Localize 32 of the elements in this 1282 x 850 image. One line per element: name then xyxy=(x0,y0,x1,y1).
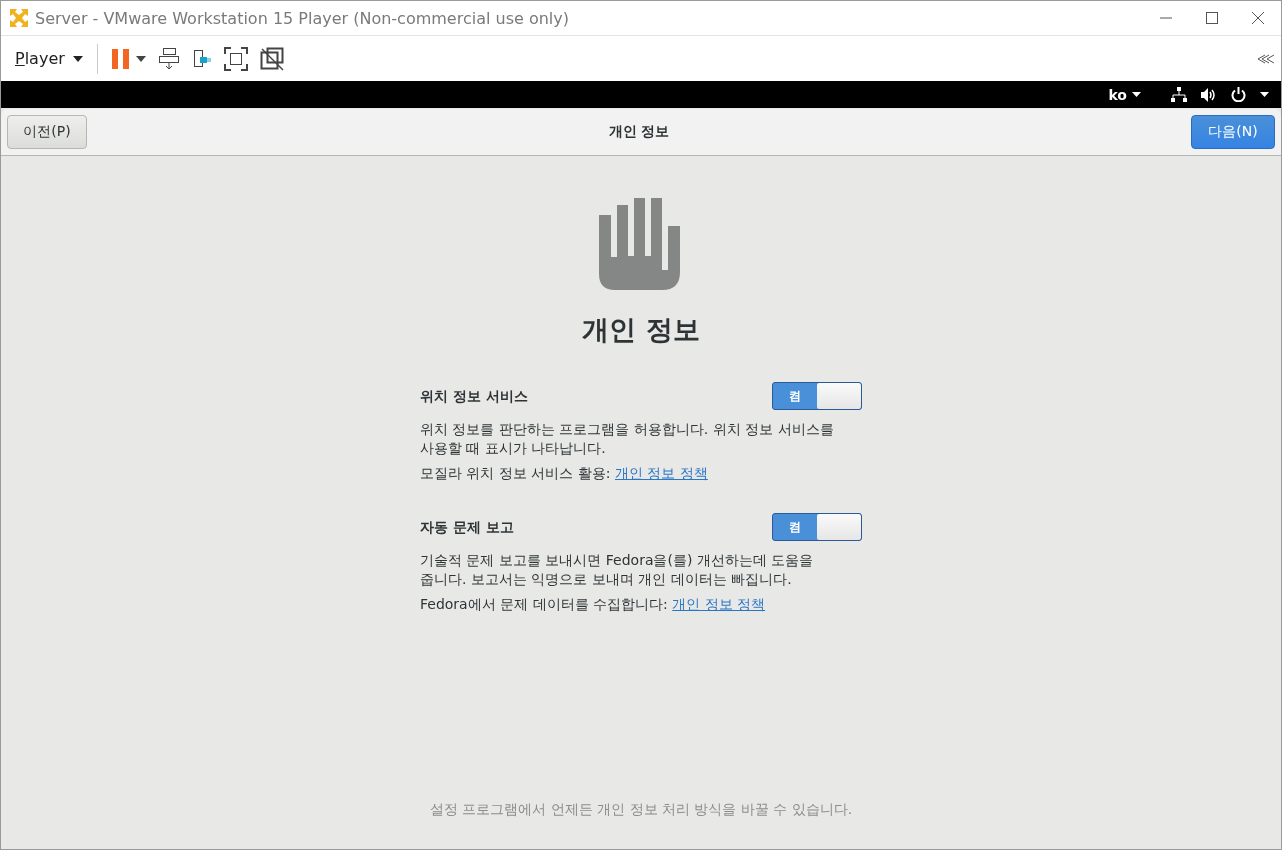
policy-label: 모질라 위치 정보 서비스 활용: xyxy=(420,465,611,481)
caret-icon xyxy=(1132,92,1141,97)
plug-icon[interactable] xyxy=(191,48,212,69)
privacy-policy-link[interactable]: 개인 정보 정책 xyxy=(615,465,708,481)
caret-icon xyxy=(72,55,83,62)
player-menu[interactable]: Player xyxy=(15,49,83,68)
network-icon[interactable] xyxy=(1171,87,1187,102)
pause-icon[interactable] xyxy=(111,48,130,69)
toggle-switch[interactable]: 켬 xyxy=(772,382,862,410)
language-menu[interactable]: ko xyxy=(1108,86,1141,103)
volume-icon[interactable] xyxy=(1201,87,1217,102)
footer-note: 설정 프로그램에서 언제든 개인 정보 처리 방식을 바꿀 수 있습니다. xyxy=(429,801,853,819)
send-keys-icon[interactable] xyxy=(157,46,180,71)
toggle-switch[interactable]: 켬 xyxy=(772,513,862,541)
caret-icon[interactable] xyxy=(1260,92,1269,97)
policy-label: Fedora에서 문제 데이터를 수집합니다: xyxy=(420,596,668,612)
next-button[interactable]: 다음(N) xyxy=(1191,115,1275,149)
privacy-policy-link[interactable]: 개인 정보 정책 xyxy=(672,596,766,612)
page-heading: 개인 정보 xyxy=(582,313,700,347)
fullscreen-icon[interactable] xyxy=(223,46,248,71)
power-icon[interactable] xyxy=(1231,87,1246,102)
setting-title: 자동 문제 보고 xyxy=(420,517,514,537)
caret-icon[interactable] xyxy=(135,55,146,62)
window-title: Server - VMware Workstation 15 Player (Non-commercial use only) xyxy=(35,8,570,28)
setting-title: 위치 정보 서비스 xyxy=(420,386,528,406)
back-button[interactable]: 이전(P) xyxy=(7,115,87,149)
unity-off-icon[interactable] xyxy=(259,46,284,71)
header-title: 개인 정보 xyxy=(608,123,670,141)
setting-description: 위치 정보를 판단하는 프로그램을 허용합니다. 위치 정보 서비스를 사용할 때 표시가 나타납니다. xyxy=(420,420,835,458)
collapse-icon[interactable] xyxy=(1257,53,1275,64)
setting-description: 기술적 문제 보고를 보내시면 Fedora을(를) 개선하는데 도움을 줍니다. 보고서는 익명으로 보내며 개인 데이터는 빠집니다. xyxy=(420,551,815,589)
app-logo-icon xyxy=(9,8,29,28)
